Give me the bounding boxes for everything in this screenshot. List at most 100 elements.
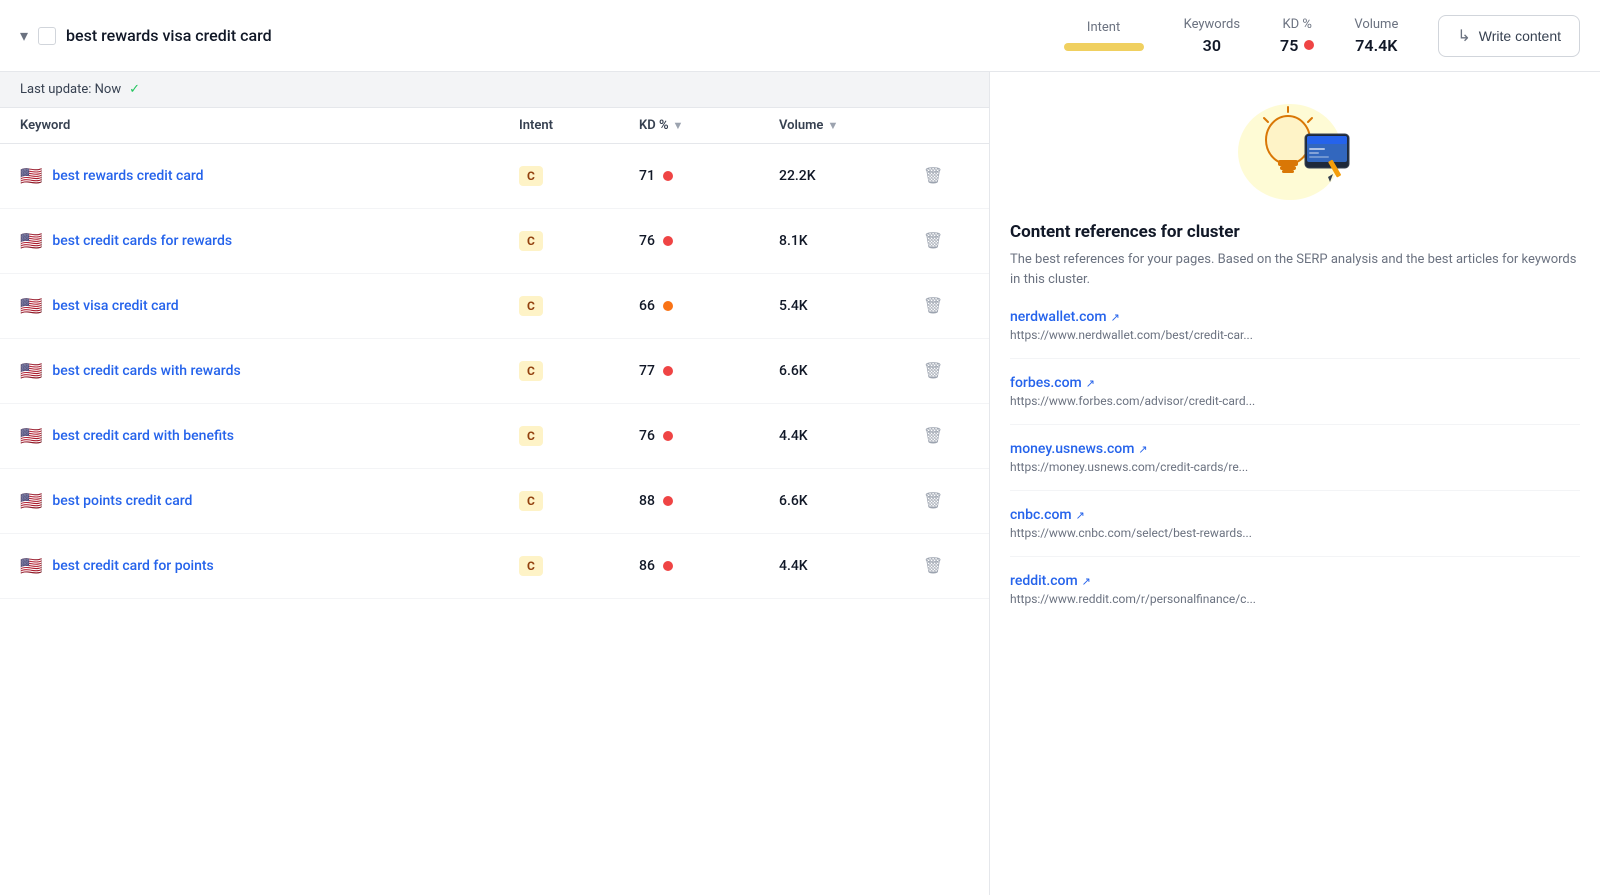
ref-domain-link[interactable]: money.usnews.com ↗ xyxy=(1010,441,1580,457)
vol-value: 4.4K xyxy=(779,428,808,444)
update-bar: Last update: Now ✓ xyxy=(0,72,989,108)
kd-cell: 77 xyxy=(639,363,779,379)
bulb-illustration xyxy=(1230,92,1360,202)
table-row[interactable]: 🇺🇸 best credit card for points C 86 4.4K… xyxy=(0,534,989,599)
actions-cell: 🗑 xyxy=(919,162,969,190)
keyword-cell: 🇺🇸 best credit card for points xyxy=(20,556,519,577)
collapse-icon[interactable]: ▾ xyxy=(20,26,28,45)
keyword-cell: 🇺🇸 best credit cards with rewards xyxy=(20,361,519,382)
write-content-button[interactable]: ↳ Write content xyxy=(1438,15,1580,57)
delete-button[interactable]: 🗑 xyxy=(919,162,947,190)
kd-dot-icon xyxy=(663,236,673,246)
illustration-area xyxy=(1010,92,1580,202)
volume-meta: Volume 74.4K xyxy=(1354,17,1398,55)
page-title: best rewards visa credit card xyxy=(66,26,272,45)
kd-value: 75 xyxy=(1280,36,1314,55)
vol-value: 6.6K xyxy=(779,493,808,509)
reference-item: nerdwallet.com ↗ https://www.nerdwallet.… xyxy=(1010,309,1580,359)
external-link-icon: ↗ xyxy=(1076,509,1085,522)
ref-url: https://www.forbes.com/advisor/credit-ca… xyxy=(1010,394,1580,408)
keywords-meta: Keywords 30 xyxy=(1184,17,1240,55)
vol-value: 8.1K xyxy=(779,233,808,249)
kd-meta: KD % 75 xyxy=(1280,17,1314,55)
flag-icon: 🇺🇸 xyxy=(20,426,42,447)
flag-icon: 🇺🇸 xyxy=(20,361,42,382)
kd-label: KD % xyxy=(1282,17,1311,32)
col-volume[interactable]: Volume ▼ xyxy=(779,118,919,133)
kd-dot-icon xyxy=(663,171,673,181)
volume-label: Volume xyxy=(1354,17,1398,32)
vol-value: 5.4K xyxy=(779,298,808,314)
keyword-link[interactable]: best points credit card xyxy=(52,493,192,509)
kd-value: 86 xyxy=(639,558,655,574)
intent-badge: C xyxy=(519,231,543,251)
keyword-link[interactable]: best rewards credit card xyxy=(52,168,203,184)
kd-filter-icon[interactable]: ▼ xyxy=(673,119,684,132)
external-link-icon: ↗ xyxy=(1138,443,1147,456)
kd-cell: 76 xyxy=(639,233,779,249)
delete-button[interactable]: 🗑 xyxy=(919,227,947,255)
table-row[interactable]: 🇺🇸 best points credit card C 88 6.6K 🗑 xyxy=(0,469,989,534)
ref-url: https://www.reddit.com/r/personalfinance… xyxy=(1010,592,1580,606)
vol-value: 22.2K xyxy=(779,168,816,184)
kd-cell: 66 xyxy=(639,298,779,314)
ref-domain-link[interactable]: cnbc.com ↗ xyxy=(1010,507,1580,523)
keyword-link[interactable]: best credit cards with rewards xyxy=(52,363,240,379)
intent-badge: C xyxy=(519,491,543,511)
table-row[interactable]: 🇺🇸 best rewards credit card C 71 22.2K 🗑 xyxy=(0,144,989,209)
kd-value: 66 xyxy=(639,298,655,314)
vol-value: 6.6K xyxy=(779,363,808,379)
keyword-link[interactable]: best credit card for points xyxy=(52,558,213,574)
delete-button[interactable]: 🗑 xyxy=(919,552,947,580)
delete-button[interactable]: 🗑 xyxy=(919,487,947,515)
kd-value: 76 xyxy=(639,233,655,249)
table-row[interactable]: 🇺🇸 best credit card with benefits C 76 4… xyxy=(0,404,989,469)
intent-badge: C xyxy=(519,556,543,576)
vol-cell: 6.6K xyxy=(779,363,919,379)
delete-button[interactable]: 🗑 xyxy=(919,357,947,385)
keyword-cell: 🇺🇸 best rewards credit card xyxy=(20,166,519,187)
intent-badge: C xyxy=(519,426,543,446)
intent-cell: C xyxy=(519,166,639,186)
ref-domain-link[interactable]: nerdwallet.com ↗ xyxy=(1010,309,1580,325)
keyword-link[interactable]: best visa credit card xyxy=(52,298,178,314)
intent-cell: C xyxy=(519,491,639,511)
keyword-cell: 🇺🇸 best credit card with benefits xyxy=(20,426,519,447)
kd-dot-icon xyxy=(663,561,673,571)
intent-cell: C xyxy=(519,556,639,576)
ref-url: https://www.nerdwallet.com/best/credit-c… xyxy=(1010,328,1580,342)
kd-dot-icon xyxy=(663,366,673,376)
actions-cell: 🗑 xyxy=(919,487,969,515)
col-intent: Intent xyxy=(519,118,639,133)
keyword-link[interactable]: best credit cards for rewards xyxy=(52,233,232,249)
kd-cell: 76 xyxy=(639,428,779,444)
delete-button[interactable]: 🗑 xyxy=(919,422,947,450)
intent-badge: C xyxy=(519,361,543,381)
ref-domain-link[interactable]: forbes.com ↗ xyxy=(1010,375,1580,391)
col-kd[interactable]: KD % ▼ xyxy=(639,118,779,133)
table-row[interactable]: 🇺🇸 best credit cards with rewards C 77 6… xyxy=(0,339,989,404)
flag-icon: 🇺🇸 xyxy=(20,491,42,512)
kd-cell: 71 xyxy=(639,168,779,184)
col-keyword: Keyword xyxy=(20,118,519,133)
row-checkbox[interactable] xyxy=(38,27,56,45)
table-row[interactable]: 🇺🇸 best credit cards for rewards C 76 8.… xyxy=(0,209,989,274)
volume-filter-icon[interactable]: ▼ xyxy=(827,119,838,132)
vol-cell: 5.4K xyxy=(779,298,919,314)
table-row[interactable]: 🇺🇸 best visa credit card C 66 5.4K 🗑 xyxy=(0,274,989,339)
vol-value: 4.4K xyxy=(779,558,808,574)
delete-button[interactable]: 🗑 xyxy=(919,292,947,320)
reference-item: money.usnews.com ↗ https://money.usnews.… xyxy=(1010,441,1580,491)
main-container: Last update: Now ✓ Keyword Intent KD % ▼… xyxy=(0,72,1600,895)
volume-value: 74.4K xyxy=(1355,36,1397,55)
ref-domain-link[interactable]: reddit.com ↗ xyxy=(1010,573,1580,589)
references-list: nerdwallet.com ↗ https://www.nerdwallet.… xyxy=(1010,309,1580,622)
table-header: Keyword Intent KD % ▼ Volume ▼ xyxy=(0,108,989,144)
right-panel: Content references for cluster The best … xyxy=(990,72,1600,895)
flag-icon: 🇺🇸 xyxy=(20,231,42,252)
kd-value: 77 xyxy=(639,363,655,379)
vol-cell: 6.6K xyxy=(779,493,919,509)
top-bar-left: ▾ best rewards visa credit card xyxy=(20,26,1064,45)
keyword-link[interactable]: best credit card with benefits xyxy=(52,428,234,444)
kd-dot-icon xyxy=(1304,40,1314,50)
